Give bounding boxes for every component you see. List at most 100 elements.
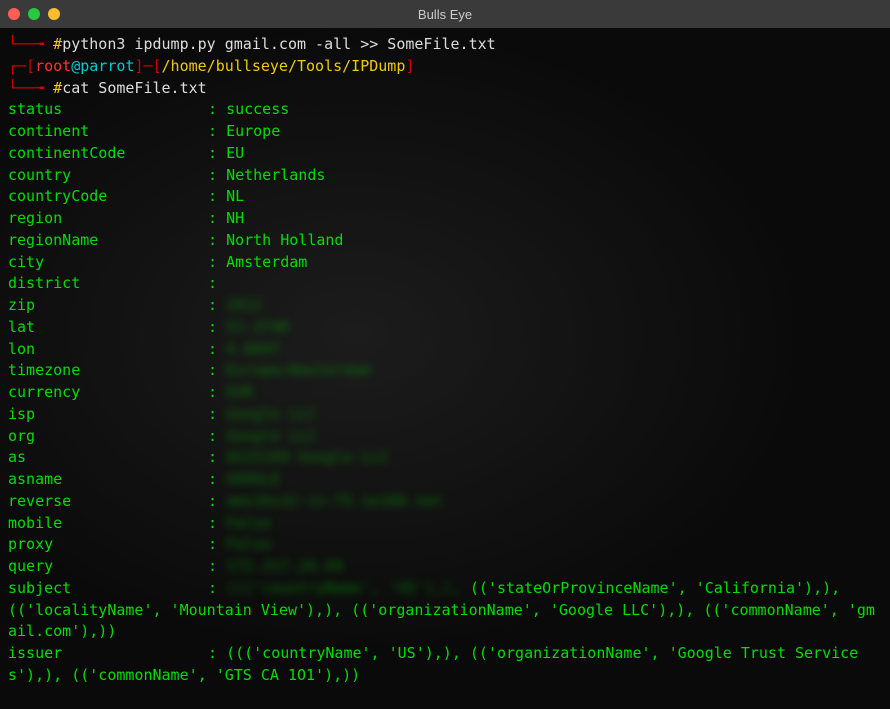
- output-value: Amsterdam: [226, 253, 307, 271]
- output-value: EU: [226, 144, 244, 162]
- prompt-path: /home/bullseye/Tools/IPDump: [162, 57, 406, 75]
- output-row: lon: 4.8897: [8, 339, 882, 361]
- colon-separator: :: [208, 427, 226, 445]
- output-key: city: [8, 252, 208, 274]
- output-value-blurred: False: [226, 535, 271, 553]
- output-value-blurred: ams16s32-in-f5.1e100.net: [226, 492, 443, 510]
- colon-separator: :: [208, 122, 226, 140]
- colon-separator: :: [208, 100, 226, 118]
- colon-separator: :: [208, 274, 226, 292]
- colon-separator: :: [208, 144, 226, 162]
- colon-separator: :: [208, 361, 226, 379]
- colon-separator: :: [208, 470, 226, 488]
- prompt-at: @: [71, 57, 80, 75]
- prompt-user: root: [35, 57, 71, 75]
- output-row: proxy: False: [8, 534, 882, 556]
- prompt-corner: └──╼: [8, 35, 44, 53]
- output-key: mobile: [8, 513, 208, 535]
- output-key: query: [8, 556, 208, 578]
- output-value-blurred: 52.3740: [226, 318, 289, 336]
- output-key: org: [8, 426, 208, 448]
- prompt-hash: #: [53, 35, 62, 53]
- output-key: reverse: [8, 491, 208, 513]
- output-value: NH: [226, 209, 244, 227]
- prompt-line-1: └──╼ #python3 ipdump.py gmail.com -all >…: [8, 34, 882, 56]
- output-row: timezone: Europe/Amsterdam: [8, 360, 882, 382]
- output-row: continentCode: EU: [8, 143, 882, 165]
- output-row: countryCode: NL: [8, 186, 882, 208]
- output-key: currency: [8, 382, 208, 404]
- prompt-line-3: └──╼ #cat SomeFile.txt: [8, 78, 882, 100]
- output-row: zip: 1012: [8, 295, 882, 317]
- output-key: timezone: [8, 360, 208, 382]
- command-text: cat SomeFile.txt: [62, 79, 207, 97]
- output-value: NL: [226, 187, 244, 205]
- colon-separator: :: [208, 492, 226, 510]
- subject-row: subject: ((('countryName', 'US'),), (('s…: [8, 578, 882, 643]
- prompt-suffix: ]─[: [134, 57, 161, 75]
- prompt-prefix: ┌─[: [8, 57, 35, 75]
- output-value: North Holland: [226, 231, 343, 249]
- output-row: status: success: [8, 99, 882, 121]
- output-row: country: Netherlands: [8, 165, 882, 187]
- output-key: proxy: [8, 534, 208, 556]
- output-key: as: [8, 447, 208, 469]
- colon-separator: :: [208, 187, 226, 205]
- output-key-value-block: status: successcontinent: Europecontinen…: [8, 99, 882, 578]
- output-key: asname: [8, 469, 208, 491]
- colon-separator: :: [208, 296, 226, 314]
- output-value-blurred: 1012: [226, 296, 262, 314]
- output-value-blurred: Europe/Amsterdam: [226, 361, 371, 379]
- colon-separator: :: [208, 448, 226, 466]
- colon-separator: :: [208, 340, 226, 358]
- output-value-blurred: Google LLC: [226, 405, 316, 423]
- window-title: Bulls Eye: [418, 7, 472, 22]
- output-value-blurred: False: [226, 514, 271, 532]
- titlebar: Bulls Eye: [0, 0, 890, 28]
- colon-separator: :: [208, 514, 226, 532]
- prompt-host: parrot: [80, 57, 134, 75]
- output-key: lon: [8, 339, 208, 361]
- output-row: asname: GOOGLE: [8, 469, 882, 491]
- output-row: query: 172.217.20.69: [8, 556, 882, 578]
- colon-separator: :: [208, 209, 226, 227]
- colon-separator: :: [208, 405, 226, 423]
- output-value-blurred: AS15169 Google LLC: [226, 448, 389, 466]
- maximize-icon[interactable]: [48, 8, 60, 20]
- output-key: issuer: [8, 643, 208, 665]
- output-value: success: [226, 100, 289, 118]
- output-row: as: AS15169 Google LLC: [8, 447, 882, 469]
- colon-separator: :: [208, 557, 226, 575]
- output-row: isp: Google LLC: [8, 404, 882, 426]
- output-value-blurred: GOOGLE: [226, 470, 280, 488]
- colon-separator: :: [208, 318, 226, 336]
- issuer-row: issuer: ((('countryName', 'US'),), (('or…: [8, 643, 882, 687]
- output-key: continentCode: [8, 143, 208, 165]
- colon-separator: :: [208, 253, 226, 271]
- prompt-hash: #: [53, 79, 62, 97]
- output-row: region: NH: [8, 208, 882, 230]
- colon-separator: :: [208, 166, 226, 184]
- output-key: continent: [8, 121, 208, 143]
- colon-separator: :: [208, 231, 226, 249]
- prompt-line-2: ┌─[root@parrot]─[/home/bullseye/Tools/IP…: [8, 56, 882, 78]
- window-buttons: [8, 8, 60, 20]
- output-row: mobile: False: [8, 513, 882, 535]
- command-text: python3 ipdump.py gmail.com -all >> Some…: [62, 35, 495, 53]
- close-icon[interactable]: [8, 8, 20, 20]
- output-value: Europe: [226, 122, 280, 140]
- output-key: region: [8, 208, 208, 230]
- output-key: countryCode: [8, 186, 208, 208]
- colon-separator: :: [208, 383, 226, 401]
- output-value-blurred: 4.8897: [226, 340, 280, 358]
- output-row: regionName: North Holland: [8, 230, 882, 252]
- prompt-close: ]: [405, 57, 414, 75]
- output-value-blurred: Google LLC: [226, 427, 316, 445]
- minimize-icon[interactable]: [28, 8, 40, 20]
- output-key: zip: [8, 295, 208, 317]
- output-key: status: [8, 99, 208, 121]
- output-row: org: Google LLC: [8, 426, 882, 448]
- terminal-area[interactable]: └──╼ #python3 ipdump.py gmail.com -all >…: [0, 28, 890, 709]
- colon-separator: :: [208, 535, 226, 553]
- output-row: continent: Europe: [8, 121, 882, 143]
